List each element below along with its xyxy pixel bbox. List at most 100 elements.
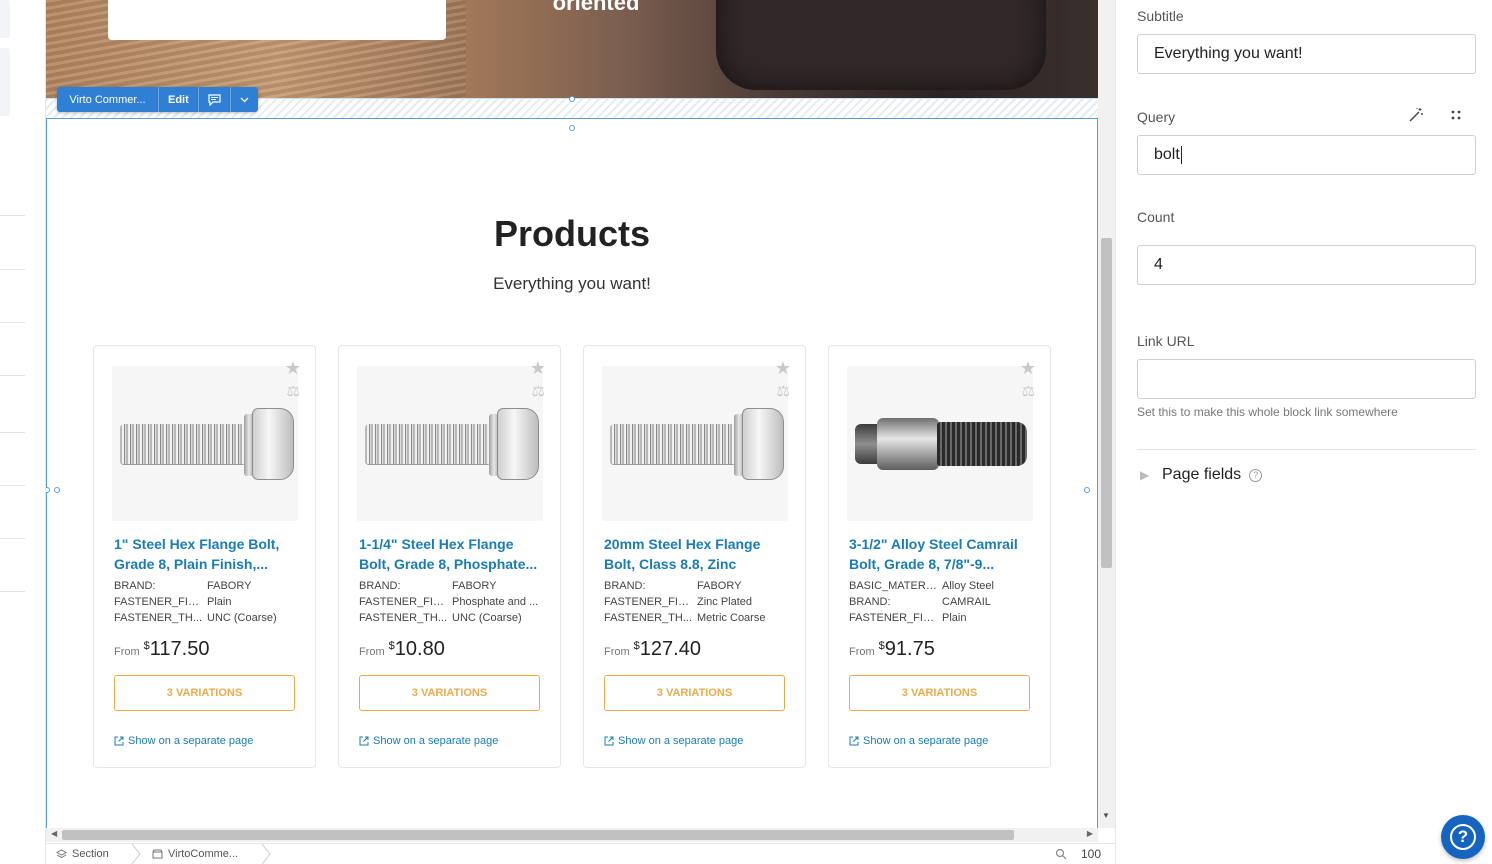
hero-text: oriented [552,0,640,15]
edit-button[interactable]: Edit [159,87,199,112]
compare-scale-icon[interactable]: ⚖ [287,382,300,400]
property-value: Phosphate and ... [452,596,539,608]
breadcrumb-section[interactable]: Section [56,848,109,860]
product-price: From $91.75 [849,638,935,661]
variations-button[interactable]: 3 VARIATIONS [359,675,540,711]
resize-handle-top-outer[interactable] [569,96,575,102]
subtitle-field[interactable]: Everything you want! [1137,34,1476,74]
compare-scale-icon[interactable]: ⚖ [532,382,545,400]
count-field[interactable]: 4 [1137,245,1476,285]
property-value: FABORY [207,580,252,592]
favorite-star-icon[interactable]: ★ [1020,358,1036,379]
hero-banner[interactable]: oriented [46,0,1098,98]
favorite-star-icon[interactable]: ★ [530,358,546,379]
count-label: Count [1137,209,1175,225]
product-card[interactable]: ★ ⚖ 20mm Steel Hex Flange Bolt, Class 8.… [583,345,806,768]
block-name-button[interactable]: Virto Commer... [57,87,159,112]
resize-handle-left-inner[interactable] [54,487,60,493]
property-row: FASTENER_FIN... Plain [849,610,1035,626]
product-title[interactable]: 1-1/4" Steel Hex Flange Bolt, Grade 8, P… [359,534,545,574]
property-row: BRAND: FABORY [359,578,545,594]
divider [0,538,25,539]
bolt-body [877,418,939,470]
product-title[interactable]: 20mm Steel Hex Flange Bolt, Class 8.8, Z… [604,534,790,574]
divider [0,485,25,486]
breadcrumb-bar: Section VirtoComme... 100 [46,843,1115,864]
drag-dots-icon[interactable] [1447,106,1465,124]
resize-handle-right-inner[interactable] [1084,487,1090,493]
bolt-thread [937,422,1027,466]
favorite-star-icon[interactable]: ★ [285,358,301,379]
scroll-right-arrow-icon[interactable]: ▶ [1087,829,1093,838]
favorite-star-icon[interactable]: ★ [775,358,791,379]
vertical-scrollbar[interactable]: ▼ [1098,0,1115,828]
help-button[interactable]: ? [1441,815,1485,859]
separate-link-label: Show on a separate page [373,735,499,747]
product-image[interactable] [847,366,1033,521]
hero-card [108,0,446,40]
product-properties: BRAND: FABORY FASTENER_FIN... Phosphate an… [359,578,545,626]
text-caret [1180,146,1182,164]
compare-scale-icon[interactable]: ⚖ [777,382,790,400]
help-question-icon[interactable]: ? [1249,468,1263,482]
vertical-scrollbar-thumb[interactable] [1101,238,1112,568]
store-icon [152,849,163,859]
page-fields-toggle[interactable]: ▶ Page fields ? [1140,466,1263,484]
bolt-shank [365,424,491,464]
zoom-control[interactable]: 100 [1055,847,1101,861]
product-price: From $10.80 [359,638,445,661]
link-url-label: Link URL [1137,333,1195,349]
property-row: FASTENER_TH... Metric Coarse [604,610,790,626]
link-url-field[interactable] [1137,359,1476,399]
left-strip-tab[interactable] [0,48,10,116]
breadcrumb-block-label: VirtoComme... [168,848,239,860]
variations-button[interactable]: 3 VARIATIONS [604,675,785,711]
product-card[interactable]: ★ ⚖ 3-1/2" Alloy Steel Camrail Bolt, Gra… [828,345,1051,768]
divider [0,375,25,376]
resize-handle-top[interactable] [569,125,575,131]
product-price: From $127.40 [604,638,701,661]
price-value: 10.80 [394,638,445,660]
product-image[interactable] [357,366,543,521]
property-key: FASTENER_FIN... [359,596,451,608]
property-value: Plain [207,596,232,608]
scroll-down-arrow-icon[interactable]: ▼ [1102,811,1110,820]
left-strip-tab[interactable] [0,0,10,38]
variations-button[interactable]: 3 VARIATIONS [114,675,295,711]
product-image[interactable] [112,366,298,521]
product-card[interactable]: ★ ⚖ 1-1/4" Steel Hex Flange Bolt, Grade … [338,345,561,768]
product-title[interactable]: 1" Steel Hex Flange Bolt, Grade 8, Plain… [114,534,300,574]
subtitle-label: Subtitle [1137,8,1184,24]
price-from-label: From [849,646,875,658]
price-from-label: From [359,646,385,658]
property-key: FASTENER_TH... [359,612,448,624]
variations-button[interactable]: 3 VARIATIONS [849,675,1030,711]
currency-symbol: $ [633,640,640,652]
show-separate-page-link[interactable]: Show on a separate page [849,735,988,747]
show-separate-page-link[interactable]: Show on a separate page [604,735,743,747]
page-preview-canvas[interactable]: oriented Virto Commer... Edit Products E… [46,0,1098,828]
product-title[interactable]: 3-1/2" Alloy Steel Camrail Bolt, Grade 8… [849,534,1035,574]
show-separate-page-link[interactable]: Show on a separate page [359,735,498,747]
property-value: Alloy Steel [942,580,994,592]
property-key: BRAND: [849,596,891,608]
query-field[interactable]: bolt [1137,135,1476,175]
compare-scale-icon[interactable]: ⚖ [1022,382,1035,400]
breadcrumb-block[interactable]: VirtoComme... [152,848,238,860]
zoom-level: 100 [1080,847,1101,861]
product-image[interactable] [602,366,788,521]
show-separate-page-link[interactable]: Show on a separate page [114,735,253,747]
horizontal-scrollbar-thumb[interactable] [62,830,1014,840]
section-title: Products [493,213,651,254]
property-value: UNC (Coarse) [207,612,277,624]
separate-link-label: Show on a separate page [128,735,254,747]
comment-button[interactable] [199,87,231,112]
comment-icon [208,93,221,106]
scroll-left-arrow-icon[interactable]: ◀ [51,829,57,838]
more-options-button[interactable] [231,87,258,112]
price-value: 91.75 [884,638,935,660]
currency-symbol: $ [143,640,150,652]
horizontal-scrollbar[interactable]: ◀ ▶ [46,828,1098,842]
magic-wand-icon[interactable] [1407,106,1425,124]
product-card[interactable]: ★ ⚖ 1" Steel Hex Flange Bolt, Grade 8, P… [93,345,316,768]
